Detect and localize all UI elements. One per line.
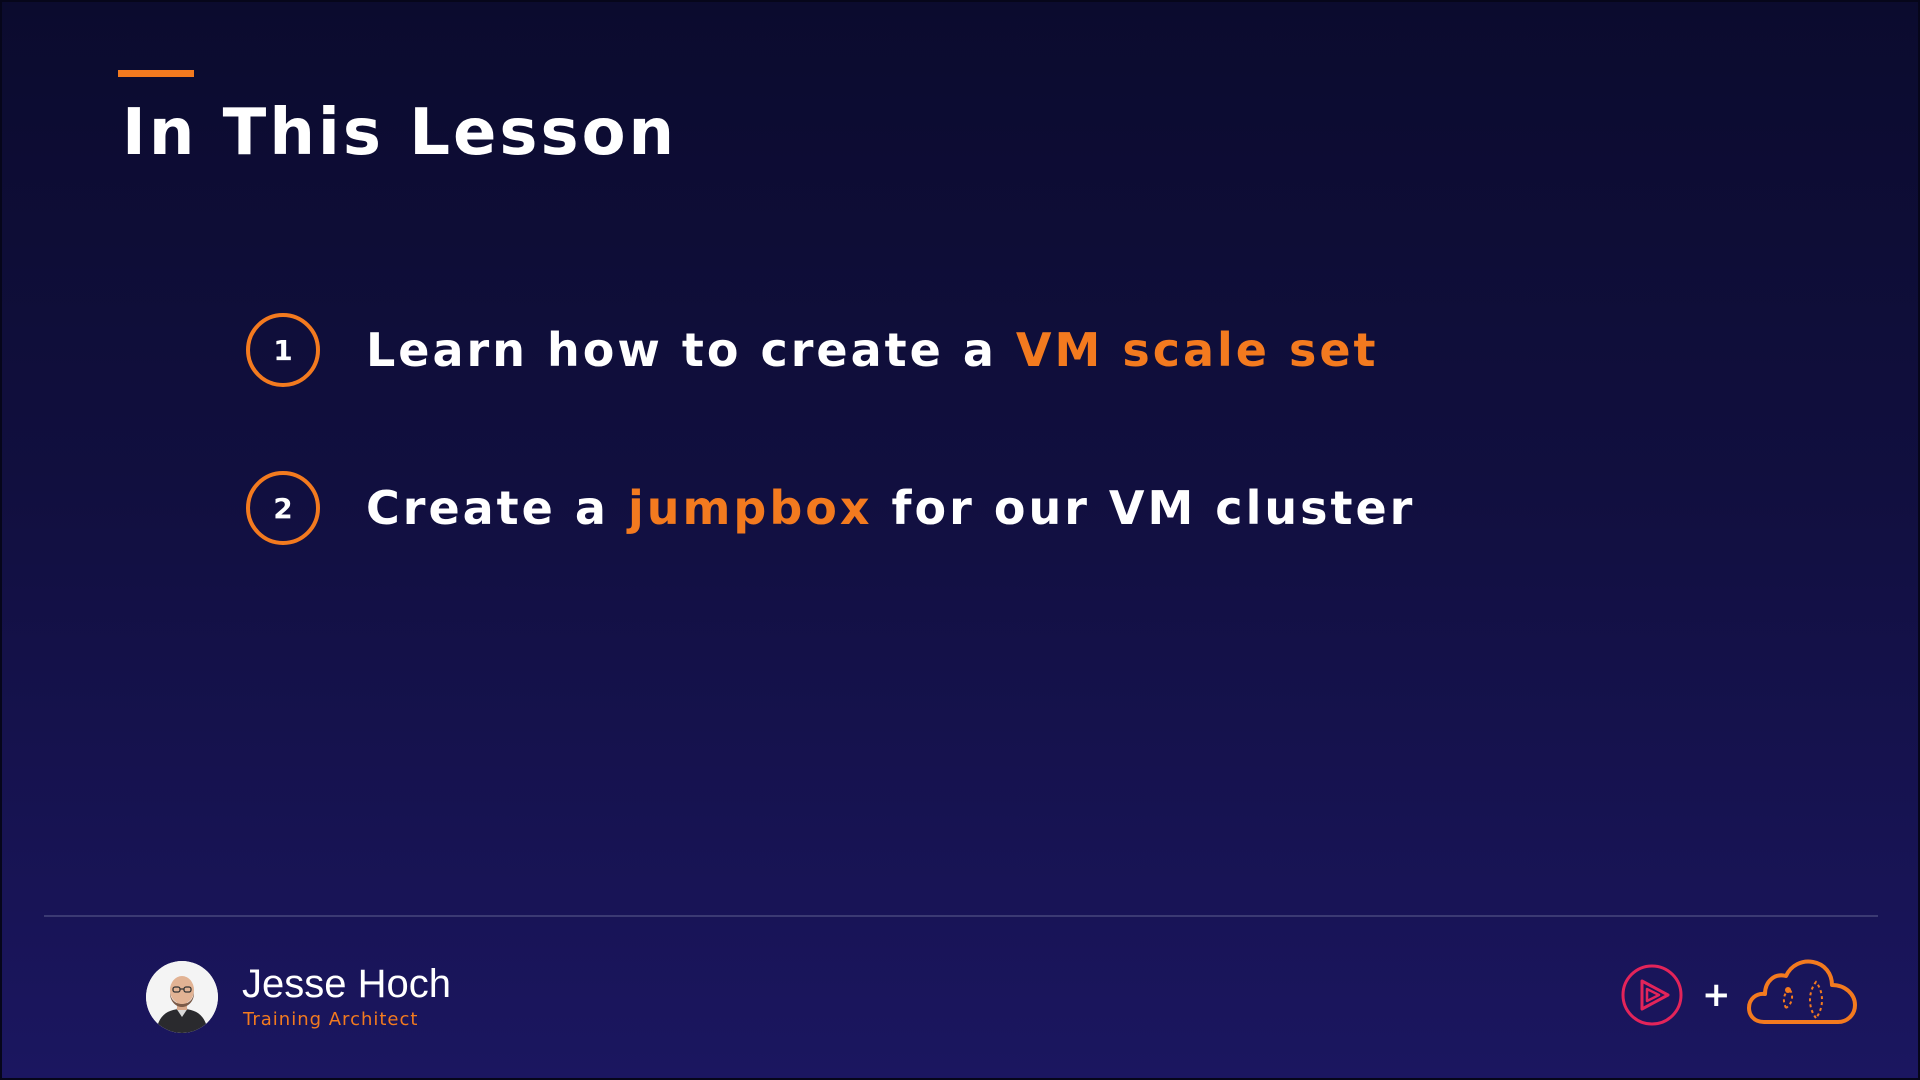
item-number-badge: 1 <box>246 313 320 387</box>
presenter-avatar <box>146 961 218 1033</box>
lesson-slide: In This Lesson 1 Learn how to create a V… <box>0 0 1920 1080</box>
footer-divider <box>44 915 1878 917</box>
item-highlight: VM scale set <box>1015 323 1379 377</box>
item-text-before: Learn how to create a <box>366 323 1016 377</box>
item-number-badge: 2 <box>246 471 320 545</box>
lesson-item-text: Learn how to create a VM scale set <box>366 323 1379 377</box>
presenter-name: Jesse Hoch <box>242 962 451 1006</box>
pluralsight-play-icon <box>1621 964 1683 1026</box>
item-highlight: jumpbox <box>627 481 873 535</box>
presenter-photo-icon <box>146 961 218 1033</box>
presenter-role: Training Architect <box>243 1009 419 1030</box>
acloudguru-cloud-icon <box>1747 959 1857 1024</box>
lesson-item: 1 Learn how to create a VM scale set <box>246 311 1379 389</box>
title-accent-bar <box>118 70 194 77</box>
item-text-after: for our VM cluster <box>872 481 1416 535</box>
plus-symbol: + <box>1702 975 1731 1015</box>
lesson-item-text: Create a jumpbox for our VM cluster <box>366 481 1415 535</box>
slide-title: In This Lesson <box>122 96 678 170</box>
lesson-item: 2 Create a jumpbox for our VM cluster <box>246 469 1415 547</box>
item-text-before: Create a <box>366 481 628 535</box>
